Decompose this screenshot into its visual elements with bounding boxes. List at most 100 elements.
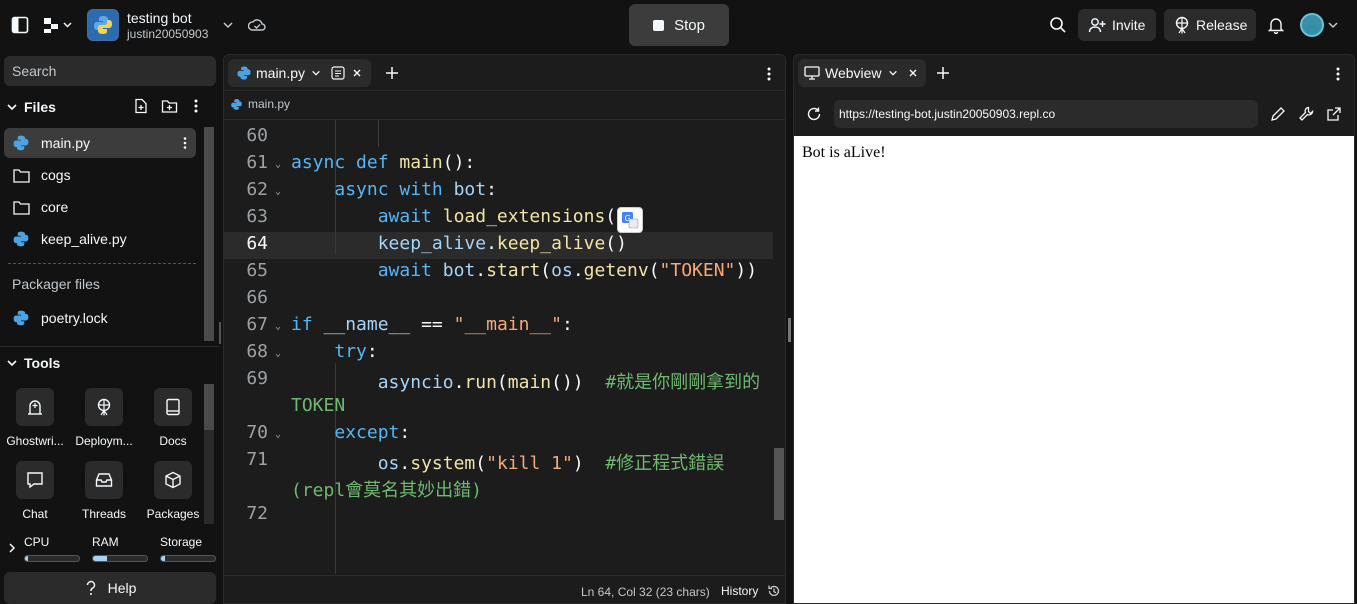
code-token: ( — [605, 206, 617, 227]
code-token: keep_alive — [496, 233, 606, 254]
invite-button[interactable]: Invite — [1078, 9, 1156, 41]
folder-name: core — [41, 199, 69, 215]
add-tab-icon[interactable] — [936, 66, 950, 80]
add-tab-icon[interactable] — [385, 66, 399, 80]
files-scrollbar[interactable] — [204, 127, 214, 341]
tool-chat[interactable]: Chat — [2, 461, 68, 531]
code-token: (): — [442, 152, 476, 173]
tool-ghostwriter[interactable]: Ghostwri... — [2, 388, 68, 458]
tools-section-header[interactable]: Tools — [0, 350, 219, 376]
search-icon[interactable] — [1049, 16, 1067, 34]
code-token: await — [377, 260, 432, 281]
tool-label: Docs — [159, 434, 187, 448]
code-token: run — [464, 372, 497, 393]
stop-button[interactable]: Stop — [629, 4, 729, 46]
close-icon[interactable] — [908, 68, 918, 78]
close-icon[interactable] — [352, 68, 362, 78]
sidebar-toggle-icon[interactable] — [11, 16, 29, 34]
file-item-poetry-lock[interactable]: poetry.lock — [4, 303, 196, 333]
tool-packages[interactable]: Packages — [140, 461, 206, 531]
code-token: ( — [475, 453, 487, 474]
files-section-header[interactable]: Files — [0, 94, 219, 120]
chevron-down-icon[interactable] — [222, 19, 234, 31]
more-vertical-icon[interactable] — [1335, 66, 1341, 82]
line-number: 71 — [246, 449, 268, 470]
editor-tab-bar: main.py — [224, 55, 785, 91]
url-input[interactable]: https://testing-bot.justin20050903.repl.… — [834, 100, 1258, 128]
code-scrollbar[interactable] — [774, 448, 784, 520]
tool-docs[interactable]: Docs — [140, 388, 206, 458]
outline-icon[interactable] — [331, 66, 345, 80]
more-vertical-icon[interactable] — [182, 136, 188, 150]
wrench-icon[interactable] — [1298, 106, 1314, 122]
divider — [0, 346, 219, 347]
python-icon — [12, 309, 30, 327]
tool-label: Ghostwri... — [6, 434, 64, 448]
help-button[interactable]: Help — [4, 572, 216, 604]
fold-chevron-icon[interactable]: ⌄ — [275, 348, 281, 359]
translate-icon[interactable]: G — [617, 207, 643, 233]
cloud-sync-icon[interactable] — [248, 17, 266, 33]
repl-name[interactable]: testing bot — [127, 10, 192, 26]
release-label: Release — [1196, 17, 1248, 33]
code-line: await load_extensions( — [291, 206, 616, 227]
open-new-tab-icon[interactable] — [1326, 106, 1342, 122]
sidebar-resize-handle[interactable] — [219, 322, 221, 344]
chevron-down-icon[interactable] — [311, 68, 321, 78]
repl-avatar[interactable] — [87, 9, 119, 41]
new-file-icon[interactable] — [133, 98, 149, 114]
code-line: asyncio.run(main()) #就是你剛剛拿到的 — [291, 368, 760, 394]
tool-threads[interactable]: Threads — [71, 461, 137, 531]
code-line-wrap: (repl會莫名其妙出錯) — [291, 476, 482, 502]
new-folder-icon[interactable] — [161, 98, 178, 114]
folder-icon — [12, 166, 30, 184]
code-token: with — [399, 179, 443, 200]
tab-webview[interactable]: Webview — [798, 59, 926, 87]
code-token: . — [486, 233, 497, 254]
line-number: 67 — [246, 314, 268, 335]
fold-chevron-icon[interactable]: ⌄ — [275, 186, 281, 197]
code-token: : — [399, 422, 411, 443]
code-line: async with bot: — [291, 179, 497, 200]
file-item-main-py[interactable]: main.py — [4, 128, 196, 158]
search-input[interactable]: Search — [4, 56, 216, 86]
python-icon — [94, 16, 112, 34]
indent-guide — [378, 120, 379, 147]
tab-main-py[interactable]: main.py — [228, 59, 371, 87]
chevron-right-icon[interactable] — [7, 542, 17, 554]
deploy-icon — [1174, 16, 1190, 34]
file-item-cogs[interactable]: cogs — [4, 160, 196, 190]
pane-resize-handle[interactable] — [788, 318, 791, 342]
python-icon — [230, 98, 243, 111]
pencil-icon[interactable] — [1270, 106, 1286, 122]
tools-scrollbar[interactable] — [204, 384, 214, 524]
bell-icon[interactable] — [1268, 16, 1284, 34]
line-number: 62 — [246, 179, 268, 200]
code-editor[interactable]: 60 61 62 63 64 65 66 67 68 69 70 71 72 ⌄… — [224, 119, 785, 574]
tool-deployments[interactable]: Deploym... — [71, 388, 137, 458]
chevron-down-icon[interactable] — [1327, 19, 1339, 31]
release-button[interactable]: Release — [1164, 9, 1256, 41]
history-icon[interactable] — [767, 584, 781, 598]
chevron-down-icon[interactable] — [888, 68, 898, 78]
more-vertical-icon[interactable] — [766, 66, 772, 82]
replit-menu-icon[interactable] — [43, 16, 73, 34]
refresh-icon[interactable] — [806, 106, 822, 122]
breadcrumb-item[interactable]: main.py — [248, 97, 290, 111]
cursor-position[interactable]: Ln 64, Col 32 (23 chars) — [581, 585, 710, 599]
history-button[interactable]: History — [721, 584, 758, 598]
threads-icon — [95, 472, 113, 488]
file-item-keep-alive-py[interactable]: keep_alive.py — [4, 224, 196, 254]
code-token: start — [486, 260, 541, 281]
fold-chevron-icon[interactable]: ⌄ — [275, 429, 281, 440]
code-token: asyncio — [377, 372, 454, 393]
fold-chevron-icon[interactable]: ⌄ — [275, 159, 281, 170]
code-token: ( — [496, 372, 508, 393]
more-vertical-icon[interactable] — [193, 98, 199, 114]
code-token: . — [399, 453, 411, 474]
user-avatar[interactable] — [1300, 13, 1324, 37]
line-number: 60 — [246, 125, 268, 146]
file-item-core[interactable]: core — [4, 192, 196, 222]
fold-chevron-icon[interactable]: ⌄ — [275, 321, 281, 332]
code-token: keep_alive — [377, 233, 487, 254]
